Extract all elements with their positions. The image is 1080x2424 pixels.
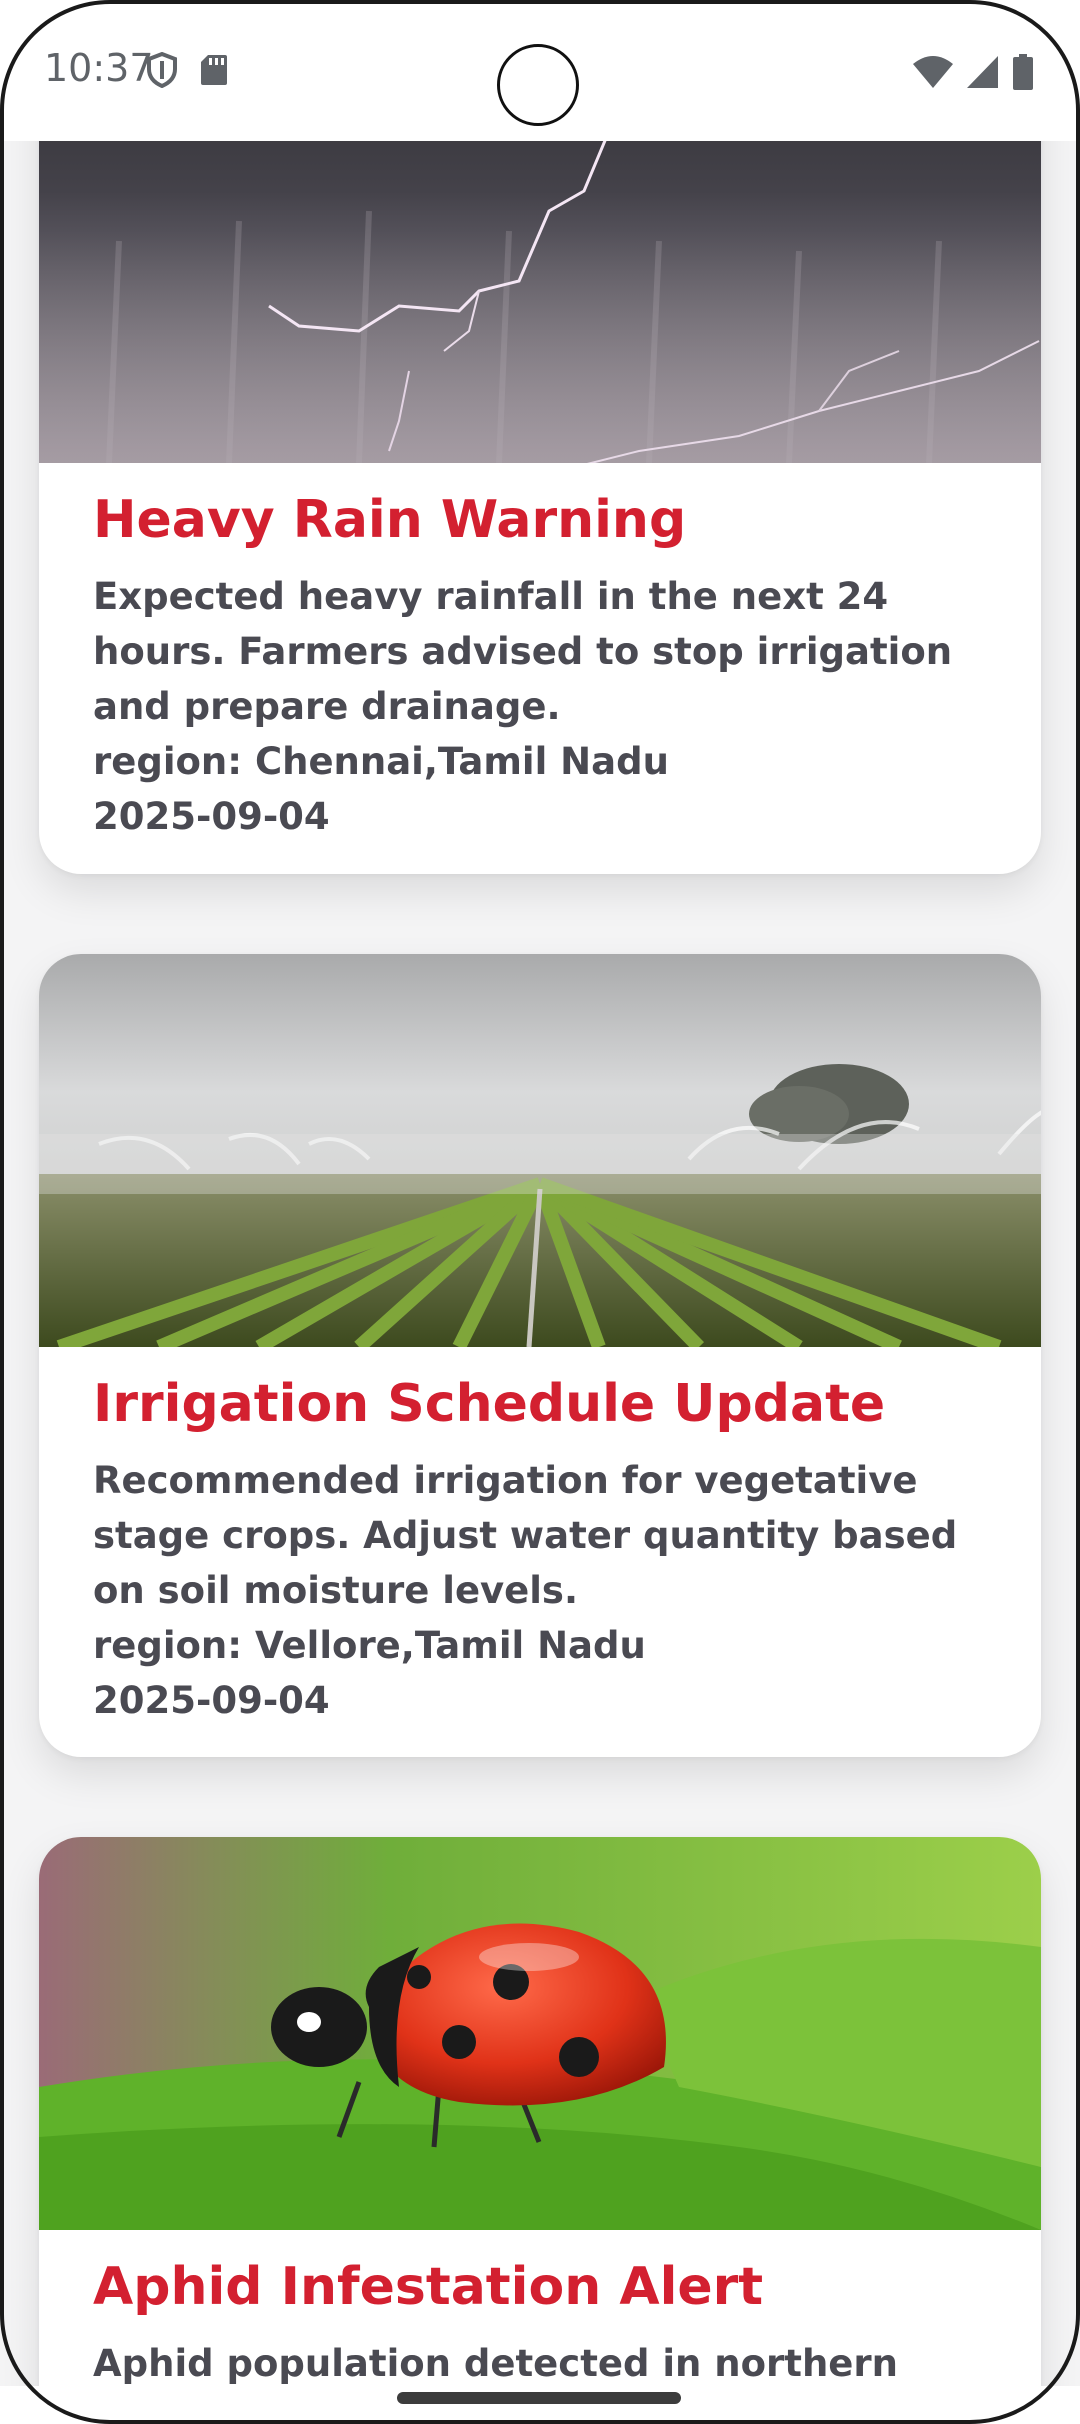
alert-date: 2025-09-04 xyxy=(93,795,330,839)
alert-description: Aphid population detected in northern fi… xyxy=(93,2342,898,2386)
alert-description: Recommended irrigation for vegetative st… xyxy=(93,1459,958,1613)
shield-icon xyxy=(146,51,178,92)
sd-card-icon xyxy=(200,53,228,91)
alert-title: Irrigation Schedule Update xyxy=(93,1374,886,1434)
alert-title: Heavy Rain Warning xyxy=(93,490,687,550)
alert-card[interactable]: Aphid Infestation Alert Aphid population… xyxy=(39,1837,1041,2386)
alert-description: Expected heavy rainfall in the next 24 h… xyxy=(93,575,953,729)
status-left-icons xyxy=(146,51,228,92)
alert-card-body: Aphid Infestation Alert Aphid population… xyxy=(39,2230,1041,2386)
wifi-icon xyxy=(912,55,954,93)
alert-region: region: Chennai,Tamil Nadu xyxy=(93,740,669,784)
alert-card-body: Heavy Rain Warning Expected heavy rainfa… xyxy=(39,463,1041,874)
home-gesture-handle[interactable] xyxy=(397,2392,681,2404)
alert-card[interactable]: Irrigation Schedule Update Recommended i… xyxy=(39,954,1041,1757)
front-camera xyxy=(497,44,579,126)
battery-icon xyxy=(1012,54,1034,94)
sprinkler-field-photo xyxy=(39,954,1041,1347)
alert-date: 2025-09-04 xyxy=(93,1679,330,1723)
app-screen: 10:37 Heavy Rain Warning Expected heavy … xyxy=(0,0,1080,2424)
ladybug-leaf-photo xyxy=(39,1837,1041,2230)
storm-lightning-photo xyxy=(39,141,1041,463)
alert-card-body: Irrigation Schedule Update Recommended i… xyxy=(39,1347,1041,1757)
alert-region: region: Vellore,Tamil Nadu xyxy=(93,1624,646,1668)
signal-icon xyxy=(966,55,1000,93)
status-right-icons xyxy=(912,54,1034,94)
alert-list[interactable]: Heavy Rain Warning Expected heavy rainfa… xyxy=(0,141,1080,2386)
status-time: 10:37 xyxy=(44,46,154,90)
alert-card[interactable]: Heavy Rain Warning Expected heavy rainfa… xyxy=(39,141,1041,874)
alert-title: Aphid Infestation Alert xyxy=(93,2257,764,2317)
status-bar: 10:37 xyxy=(0,0,1080,141)
